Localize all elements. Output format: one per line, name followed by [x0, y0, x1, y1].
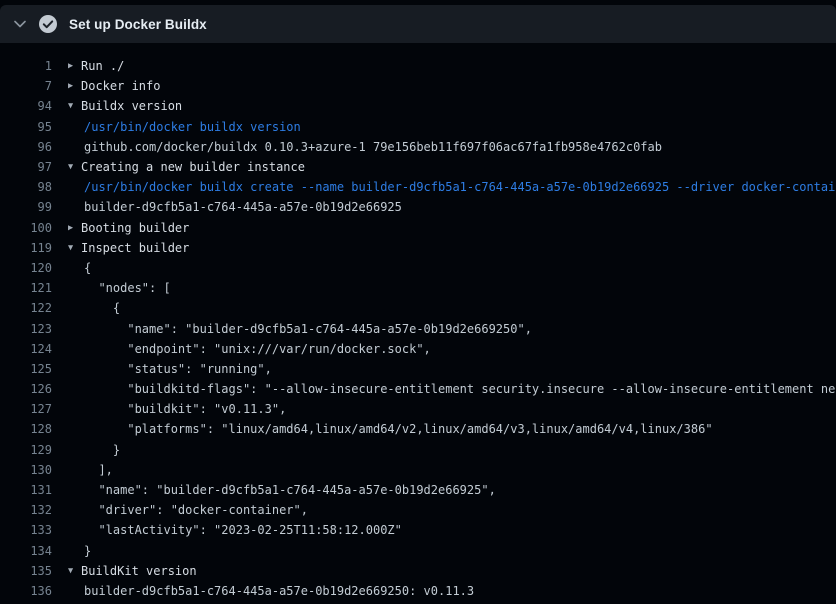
log-line: 96 github.com/docker/buildx 0.10.3+azure… [0, 137, 836, 157]
log-line[interactable]: 100 ▶Booting builder [0, 218, 836, 238]
step-header[interactable]: Set up Docker Buildx [0, 5, 836, 43]
line-text: Docker info [81, 79, 160, 93]
log-line[interactable]: 7 ▶Docker info [0, 76, 836, 96]
log-line: 95 /usr/bin/docker buildx version [0, 117, 836, 137]
line-number-link[interactable]: 119 [0, 241, 52, 255]
line-number-link[interactable]: 130 [0, 463, 52, 477]
line-number-link[interactable]: 95 [0, 120, 52, 134]
log-line: 126 "buildkitd-flags": "--allow-insecure… [0, 379, 836, 399]
log-line: 120 { [0, 258, 836, 278]
log-line[interactable]: 1 ▶Run ./ [0, 56, 836, 76]
line-text: builder-d9cfb5a1-c764-445a-a57e-0b19d2e6… [84, 200, 402, 214]
line-number-link[interactable]: 123 [0, 322, 52, 336]
log-line[interactable]: 97 ▼Creating a new builder instance [0, 157, 836, 177]
line-number-link[interactable]: 127 [0, 402, 52, 416]
line-text: BuildKit version [81, 564, 197, 578]
line-text: } [84, 544, 91, 558]
line-number-link[interactable]: 7 [0, 79, 52, 93]
line-text: Booting builder [81, 221, 189, 235]
chevron-down-icon[interactable] [14, 19, 26, 29]
log-line: 123 "name": "builder-d9cfb5a1-c764-445a-… [0, 318, 836, 338]
line-number-link[interactable]: 1 [0, 59, 52, 73]
line-number-link[interactable]: 120 [0, 261, 52, 275]
log-line[interactable]: 119 ▼Inspect builder [0, 238, 836, 258]
log-line: 128 "platforms": "linux/amd64,linux/amd6… [0, 419, 836, 439]
log-line: 124 "endpoint": "unix:///var/run/docker.… [0, 339, 836, 359]
log-line: 130 ], [0, 460, 836, 480]
log-line: 132 "driver": "docker-container", [0, 500, 836, 520]
line-number-link[interactable]: 133 [0, 523, 52, 537]
group-expanded-arrow-icon: ▼ [68, 162, 81, 172]
line-number-link[interactable]: 122 [0, 301, 52, 315]
log-line: 136 builder-d9cfb5a1-c764-445a-a57e-0b19… [0, 581, 836, 601]
line-text: "nodes": [ [84, 281, 171, 295]
line-number-link[interactable]: 131 [0, 483, 52, 497]
group-collapsed-arrow-icon: ▶ [68, 61, 81, 71]
log-line: 121 "nodes": [ [0, 278, 836, 298]
group-expanded-arrow-icon: ▼ [68, 101, 81, 111]
log-line: 129 } [0, 440, 836, 460]
line-number-link[interactable]: 132 [0, 503, 52, 517]
line-text: "buildkitd-flags": "--allow-insecure-ent… [84, 382, 836, 396]
log-line: 134 } [0, 541, 836, 561]
log-line: 131 "name": "builder-d9cfb5a1-c764-445a-… [0, 480, 836, 500]
line-number-link[interactable]: 136 [0, 584, 52, 598]
line-number-link[interactable]: 121 [0, 281, 52, 295]
line-text: /usr/bin/docker buildx version [84, 120, 301, 134]
line-number-link[interactable]: 100 [0, 221, 52, 235]
line-text: github.com/docker/buildx 0.10.3+azure-1 … [84, 140, 662, 154]
group-expanded-arrow-icon: ▼ [68, 566, 81, 576]
line-number-link[interactable]: 126 [0, 382, 52, 396]
line-number-link[interactable]: 129 [0, 443, 52, 457]
line-number-link[interactable]: 124 [0, 342, 52, 356]
line-number-link[interactable]: 99 [0, 200, 52, 214]
line-text: "lastActivity": "2023-02-25T11:58:12.000… [84, 523, 402, 537]
line-number-link[interactable]: 135 [0, 564, 52, 578]
line-text: Run ./ [81, 59, 124, 73]
line-text: } [84, 443, 120, 457]
line-text: "platforms": "linux/amd64,linux/amd64/v2… [84, 422, 713, 436]
log-line: 99 builder-d9cfb5a1-c764-445a-a57e-0b19d… [0, 197, 836, 217]
log-line: 122 { [0, 298, 836, 318]
group-collapsed-arrow-icon: ▶ [68, 223, 81, 233]
log-line: 133 "lastActivity": "2023-02-25T11:58:12… [0, 520, 836, 540]
step-title: Set up Docker Buildx [69, 17, 207, 32]
line-text: { [84, 301, 120, 315]
log-line: 125 "status": "running", [0, 359, 836, 379]
line-text: "buildkit": "v0.11.3", [84, 402, 286, 416]
line-text: { [84, 261, 91, 275]
line-number-link[interactable]: 128 [0, 422, 52, 436]
log-line: 98 /usr/bin/docker buildx create --name … [0, 177, 836, 197]
line-text: ], [84, 463, 113, 477]
log-line[interactable]: 94 ▼Buildx version [0, 96, 836, 116]
log-line: 127 "buildkit": "v0.11.3", [0, 399, 836, 419]
group-collapsed-arrow-icon: ▶ [68, 81, 81, 91]
line-text: "name": "builder-d9cfb5a1-c764-445a-a57e… [84, 483, 496, 497]
line-text: "name": "builder-d9cfb5a1-c764-445a-a57e… [84, 322, 532, 336]
line-number-link[interactable]: 134 [0, 544, 52, 558]
group-expanded-arrow-icon: ▼ [68, 243, 81, 253]
check-circle-icon [38, 14, 58, 34]
line-number-link[interactable]: 96 [0, 140, 52, 154]
line-text: "endpoint": "unix:///var/run/docker.sock… [84, 342, 431, 356]
line-number-link[interactable]: 94 [0, 99, 52, 113]
line-text: /usr/bin/docker buildx create --name bui… [84, 180, 836, 194]
line-text: "driver": "docker-container", [84, 503, 308, 517]
line-text: builder-d9cfb5a1-c764-445a-a57e-0b19d2e6… [84, 584, 474, 598]
line-text: Buildx version [81, 99, 182, 113]
line-text: Creating a new builder instance [81, 160, 305, 174]
log-line[interactable]: 135 ▼BuildKit version [0, 561, 836, 581]
line-text: "status": "running", [84, 362, 272, 376]
line-number-link[interactable]: 97 [0, 160, 52, 174]
log-console: 1 ▶Run ./ 7 ▶Docker info 94 ▼Buildx vers… [0, 43, 836, 601]
line-number-link[interactable]: 98 [0, 180, 52, 194]
line-number-link[interactable]: 125 [0, 362, 52, 376]
line-text: Inspect builder [81, 241, 189, 255]
